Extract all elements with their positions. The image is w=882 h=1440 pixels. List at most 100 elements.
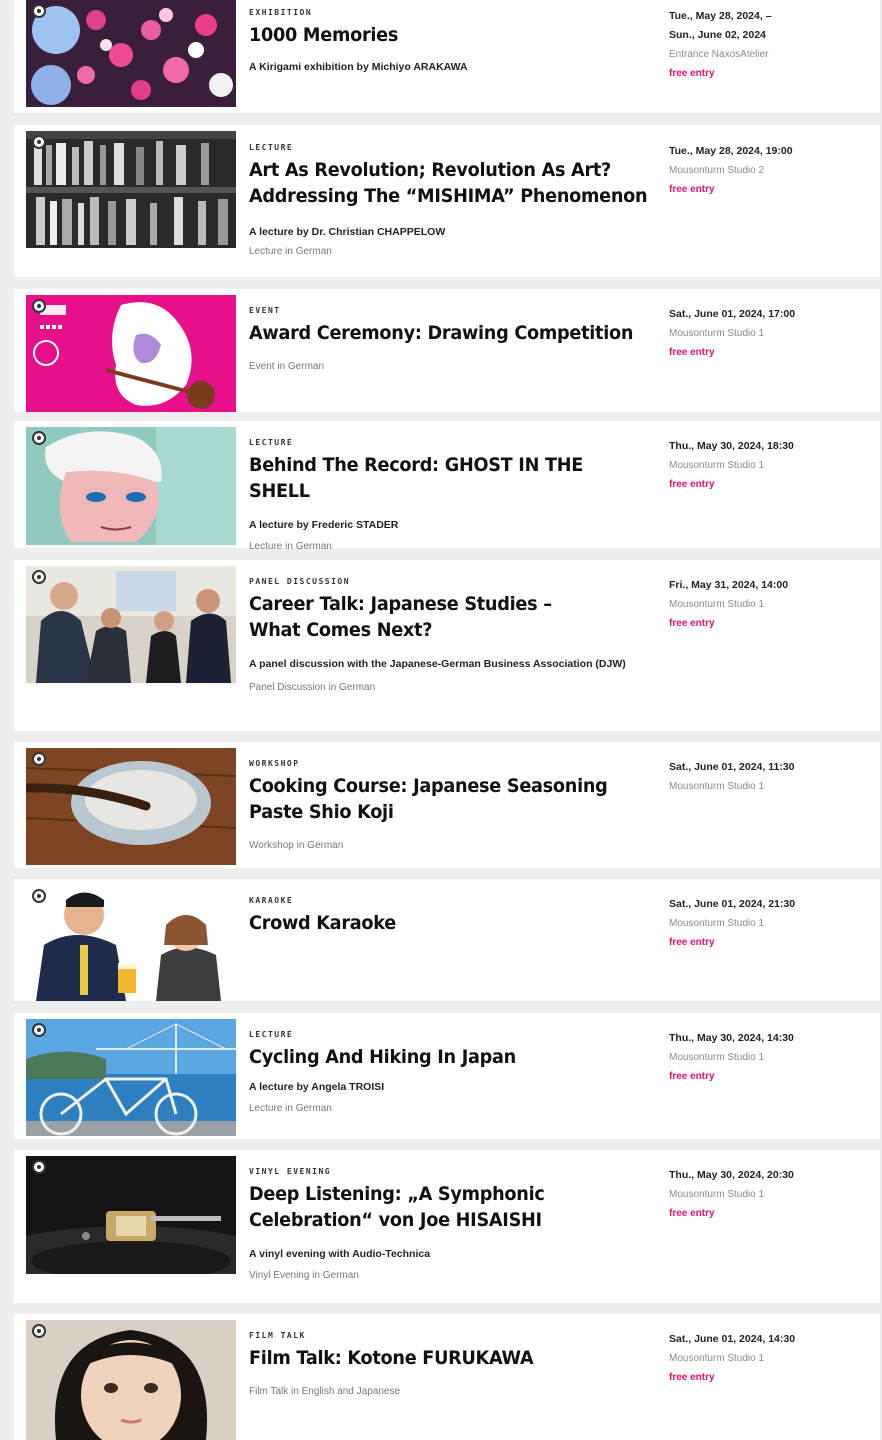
event-subtitle: A lecture by Dr. Christian CHAPPELOW: [249, 226, 446, 238]
event-image[interactable]: [26, 295, 236, 412]
event-entry: free entry: [669, 1071, 715, 1082]
bookmark-icon[interactable]: [32, 299, 46, 313]
event-title[interactable]: Deep Listening: „A Symphonic Celebration…: [249, 1181, 644, 1233]
event-language: Lecture in German: [249, 1103, 332, 1114]
event-meta: Sat., June 01, 2024, 11:30 Mousonturm St…: [669, 758, 869, 796]
event-category: EXHIBITION: [249, 8, 313, 17]
event-entry: free entry: [669, 937, 715, 948]
event-language: Panel Discussion in German: [249, 682, 376, 693]
event-venue: Mousonturm Studio 1: [669, 918, 765, 929]
event-info: LECTURE Cycling And Hiking In Japan A le…: [249, 1030, 649, 1116]
event-info: KARAOKE Crowd Karaoke: [249, 896, 649, 936]
event-meta: Sat., June 01, 2024, 17:00 Mousonturm St…: [669, 305, 869, 362]
event-language: Vinyl Evening in German: [249, 1270, 359, 1281]
event-info: FILM TALK Film Talk: Kotone FURUKAWA Fil…: [249, 1331, 649, 1399]
event-title[interactable]: Film Talk: Kotone FURUKAWA: [249, 1345, 649, 1371]
event-info: EVENT Award Ceremony: Drawing Competitio…: [249, 306, 649, 374]
event-venue: Mousonturm Studio 1: [669, 1189, 765, 1200]
event-date: Sat., June 01, 2024, 21:30: [669, 898, 796, 910]
event-image[interactable]: [26, 1019, 236, 1136]
event-date: Thu., May 30, 2024, 14:30: [669, 1032, 794, 1044]
event-venue: Mousonturm Studio 1: [669, 781, 765, 792]
bookmark-icon[interactable]: [32, 1324, 46, 1338]
event-title[interactable]: 1000 Memories: [249, 22, 649, 48]
event-card-1000-memories[interactable]: EXHIBITION 1000 Memories A Kirigami exhi…: [14, 0, 880, 113]
event-image[interactable]: [26, 131, 236, 248]
event-date: Thu., May 30, 2024, 20:30: [669, 1169, 794, 1181]
event-category: LECTURE: [249, 438, 294, 447]
event-venue: Mousonturm Studio 1: [669, 1353, 765, 1364]
event-language: Lecture in German: [249, 246, 332, 257]
event-meta: Tue., May 28, 2024, 19:00 Mousonturm Stu…: [669, 142, 869, 199]
event-date: Tue., May 28, 2024, – Sun., June 02, 202…: [669, 10, 772, 41]
event-card-crowd-karaoke[interactable]: KARAOKE Crowd Karaoke Sat., June 01, 202…: [14, 879, 880, 1001]
event-date: Sat., June 01, 2024, 11:30: [669, 761, 795, 773]
event-image[interactable]: [26, 1156, 236, 1274]
event-image[interactable]: [26, 748, 236, 865]
event-image[interactable]: [26, 885, 236, 1001]
event-entry: free entry: [669, 479, 715, 490]
event-info: LECTURE Behind The Record: GHOST IN THE …: [249, 438, 649, 554]
event-meta: Fri., May 31, 2024, 14:00 Mousonturm Stu…: [669, 576, 869, 633]
event-entry: free entry: [669, 1208, 715, 1219]
bookmark-icon[interactable]: [32, 4, 46, 18]
event-subtitle: A lecture by Angela TROISI: [249, 1081, 385, 1093]
event-venue: Mousonturm Studio 2: [669, 165, 765, 176]
event-entry: free entry: [669, 68, 715, 79]
event-category: KARAOKE: [249, 896, 294, 905]
event-card-award-ceremony[interactable]: EVENT Award Ceremony: Drawing Competitio…: [14, 289, 880, 412]
event-card-film-talk[interactable]: FILM TALK Film Talk: Kotone FURUKAWA Fil…: [14, 1314, 880, 1440]
event-image[interactable]: [26, 566, 236, 683]
event-meta: Sat., June 01, 2024, 21:30 Mousonturm St…: [669, 895, 869, 952]
event-title[interactable]: Art As Revolution; Revolution As Art? Ad…: [249, 157, 649, 209]
bookmark-icon[interactable]: [32, 570, 46, 584]
bookmark-icon[interactable]: [32, 135, 46, 149]
event-language: Lecture in German: [249, 541, 332, 552]
event-meta: Thu., May 30, 2024, 18:30 Mousonturm Stu…: [669, 437, 869, 494]
event-entry: free entry: [669, 184, 715, 195]
bookmark-icon[interactable]: [32, 889, 46, 903]
event-subtitle: A vinyl evening with Audio-Technica: [249, 1248, 431, 1260]
event-meta: Thu., May 30, 2024, 14:30 Mousonturm Stu…: [669, 1029, 869, 1086]
event-card-cooking-course[interactable]: WORKSHOP Cooking Course: Japanese Season…: [14, 742, 880, 868]
event-image[interactable]: [26, 427, 236, 545]
event-card-ghost-in-the-shell[interactable]: LECTURE Behind The Record: GHOST IN THE …: [14, 421, 880, 552]
event-venue: Mousonturm Studio 1: [669, 1052, 765, 1063]
event-info: EXHIBITION 1000 Memories A Kirigami exhi…: [249, 8, 649, 76]
event-date: Tue., May 28, 2024, 19:00: [669, 145, 793, 157]
bookmark-icon[interactable]: [32, 752, 46, 766]
event-subtitle: A lecture by Frederic STADER: [249, 519, 399, 531]
event-card-deep-listening[interactable]: VINYL EVENING Deep Listening: „A Symphon…: [14, 1150, 880, 1303]
bookmark-icon[interactable]: [32, 1160, 46, 1174]
event-category: FILM TALK: [249, 1331, 306, 1340]
event-date: Sat., June 01, 2024, 17:00: [669, 308, 796, 320]
event-image[interactable]: [26, 0, 236, 107]
event-language: Event in German: [249, 361, 325, 372]
event-title[interactable]: Behind The Record: GHOST IN THE SHELL: [249, 452, 649, 504]
bookmark-icon[interactable]: [32, 1023, 46, 1037]
event-card-career-talk[interactable]: PANEL DISCUSSION Career Talk: Japanese S…: [14, 560, 880, 731]
event-venue: Mousonturm Studio 1: [669, 599, 765, 610]
event-image[interactable]: [26, 1320, 236, 1440]
event-info: VINYL EVENING Deep Listening: „A Symphon…: [249, 1167, 649, 1283]
event-language: Workshop in German: [249, 840, 344, 851]
event-title[interactable]: Crowd Karaoke: [249, 910, 649, 936]
event-title[interactable]: Cooking Course: Japanese Seasoning Paste…: [249, 773, 640, 825]
bookmark-icon[interactable]: [32, 431, 46, 445]
event-card-art-as-revolution[interactable]: LECTURE Art As Revolution; Revolution As…: [14, 125, 880, 277]
event-card-cycling-hiking[interactable]: LECTURE Cycling And Hiking In Japan A le…: [14, 1013, 880, 1139]
event-venue: Mousonturm Studio 1: [669, 328, 765, 339]
event-title[interactable]: Award Ceremony: Drawing Competition: [249, 320, 649, 346]
event-title[interactable]: Career Talk: Japanese Studies – What Com…: [249, 591, 602, 643]
event-title[interactable]: Cycling And Hiking In Japan: [249, 1044, 649, 1070]
event-category: WORKSHOP: [249, 759, 300, 768]
event-entry: free entry: [669, 347, 715, 358]
event-category: PANEL DISCUSSION: [249, 577, 351, 586]
event-date: Thu., May 30, 2024, 18:30: [669, 440, 794, 452]
event-category: EVENT: [249, 306, 281, 315]
event-meta: Tue., May 28, 2024, – Sun., June 02, 202…: [669, 7, 869, 83]
event-meta: Sat., June 01, 2024, 14:30 Mousonturm St…: [669, 1330, 869, 1387]
event-category: VINYL EVENING: [249, 1167, 332, 1176]
event-date: Fri., May 31, 2024, 14:00: [669, 579, 789, 591]
event-venue: Entrance NaxosAtelier: [669, 49, 769, 60]
